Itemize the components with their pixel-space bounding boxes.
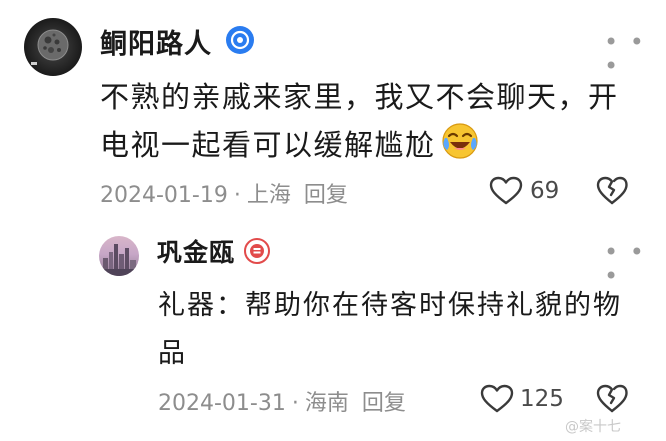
city-skyline-icon: [99, 244, 139, 276]
heart-icon[interactable]: [489, 176, 523, 206]
meta-separator: ·: [233, 183, 241, 208]
comment-meta: 2024-01-19 · 上海 回复: [100, 177, 348, 209]
meta-separator: ·: [291, 391, 299, 416]
reply-text: 礼器：帮助你在待客时保持礼貌的物品: [158, 290, 622, 369]
reply-date: 2024-01-31: [158, 391, 286, 416]
reply-like-count: 125: [520, 386, 564, 412]
reply-avatar[interactable]: [99, 236, 139, 276]
reply-reply-button[interactable]: 回复: [362, 391, 406, 416]
comment-body: 不熟的亲戚来家里，我又不会聊天，开电视一起看可以缓解尴尬: [100, 80, 619, 162]
reply-author-name[interactable]: 巩金瓯: [157, 233, 235, 269]
avatar[interactable]: [24, 18, 82, 76]
moon-icon: [31, 29, 69, 65]
reply-button[interactable]: 回复: [304, 183, 348, 208]
comment-location: 上海: [246, 183, 291, 208]
reply-broken-heart-icon[interactable]: [596, 384, 628, 414]
watermark: @案十七: [565, 419, 621, 435]
comment-text: 不熟的亲戚来家里，我又不会聊天，开电视一起看可以缓解尴尬: [100, 74, 645, 169]
verified-badge-icon: [226, 26, 254, 54]
broken-heart-icon[interactable]: [596, 176, 628, 206]
comment-date: 2024-01-19: [100, 183, 228, 208]
reply-more-options-icon[interactable]: • • •: [604, 240, 666, 288]
reply-heart-icon[interactable]: [480, 384, 514, 414]
author-name[interactable]: 鲖阳路人: [100, 22, 212, 61]
reply-meta: 2024-01-31 · 海南 回复: [158, 385, 406, 417]
reply-location: 海南: [304, 391, 349, 416]
crying-laughing-face-icon: [441, 123, 478, 159]
member-badge-icon: [244, 238, 270, 264]
more-options-icon[interactable]: • • •: [604, 30, 666, 78]
like-count: 69: [530, 178, 560, 204]
comment-thread: 鲖阳路人 • • • 不熟的亲戚来家里，我又不会聊天，开电视一起看可以缓解尴尬 …: [0, 0, 666, 441]
